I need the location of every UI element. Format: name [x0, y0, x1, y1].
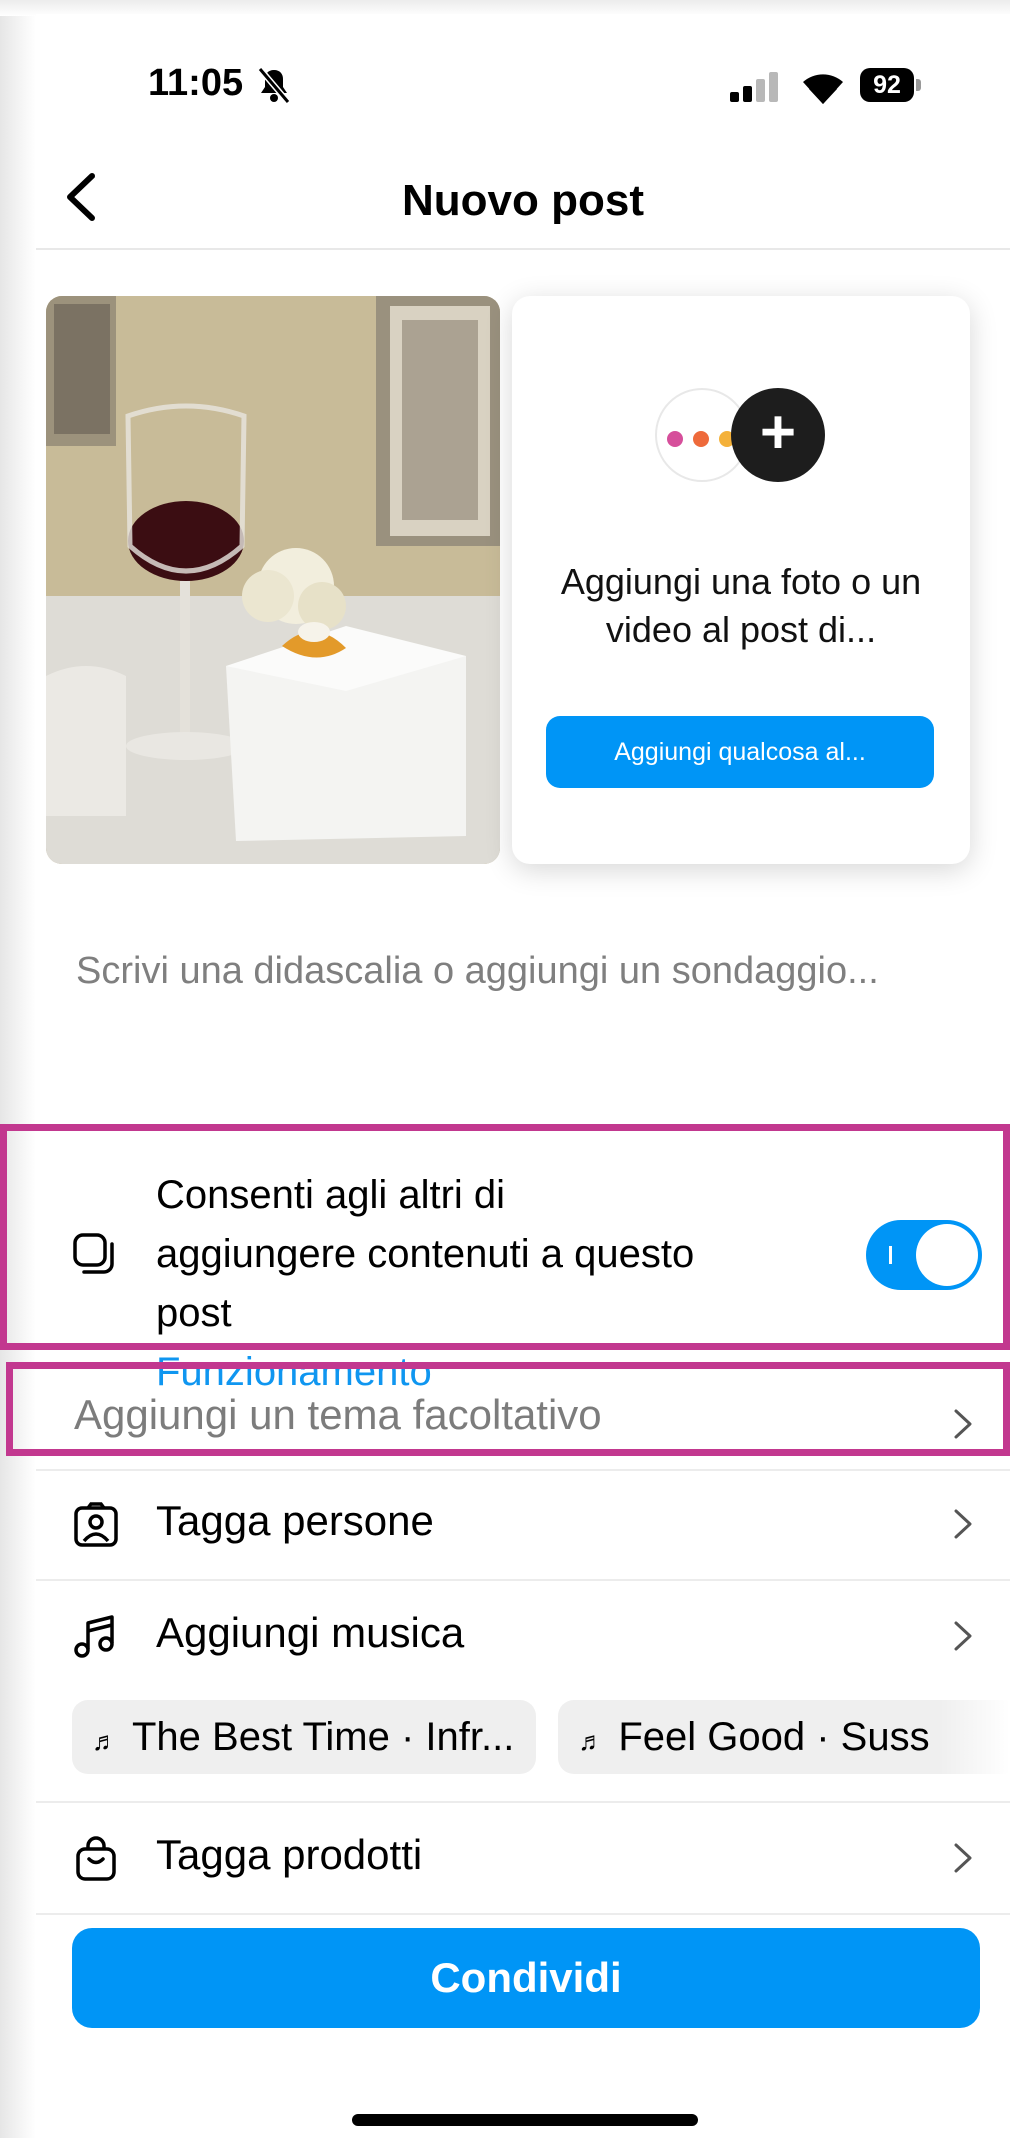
background-shadow	[0, 0, 36, 2138]
tag-products-label: Tagga prodotti	[156, 1831, 423, 1878]
tag-person-icon	[74, 1502, 118, 1547]
home-indicator	[352, 2114, 698, 2126]
status-time: 11:05	[148, 62, 244, 104]
bell-muted-icon	[257, 67, 291, 104]
music-chip[interactable]: ♬ The Best Time · Infr...	[72, 1700, 537, 1774]
status-bar: 11:05 92	[36, 14, 1010, 144]
music-chip-label: Feel Good · Suss	[618, 1715, 930, 1759]
chevron-right-icon	[954, 1843, 972, 1873]
music-note-icon[interactable]	[72, 1613, 120, 1661]
header: Nuovo post	[36, 144, 1010, 250]
tag-products-row[interactable]: Tagga prodotti	[36, 1803, 1010, 1915]
highlight-box-theme	[6, 1362, 1010, 1456]
phone-screen: 11:05 92 Nuovo post + Aggiungi una foto …	[36, 14, 1010, 2138]
wifi-icon	[803, 74, 843, 104]
music-suggestions: ♬ The Best Time · Infr... ♬ Feel Good · Sus…	[72, 1700, 1010, 1774]
tag-people-label: Tagga persone	[156, 1497, 434, 1544]
scroll-fade	[940, 1700, 1010, 1774]
music-note-icon: ♬	[92, 1726, 118, 1756]
tag-people-row[interactable]: Tagga persone	[36, 1469, 1010, 1581]
plus-icon: +	[731, 388, 825, 482]
battery-level: 92	[860, 68, 914, 102]
highlight-box-allow-others	[0, 1124, 1010, 1350]
add-to-post-card: + Aggiungi una foto o un video al post d…	[512, 296, 970, 864]
page-title: Nuovo post	[402, 176, 644, 225]
battery-icon: 92	[860, 68, 922, 102]
shopping-bag-icon	[76, 1836, 116, 1881]
music-chip-label: The Best Time · Infr...	[132, 1715, 515, 1759]
share-button[interactable]: Condividi	[72, 1928, 980, 2028]
signal-icon	[730, 72, 778, 102]
chevron-right-icon[interactable]	[952, 1619, 974, 1653]
photo-image	[46, 296, 500, 864]
add-to-post-text: Aggiungi una foto o un video al post di.…	[560, 561, 922, 650]
add-something-button[interactable]: Aggiungi qualcosa al...	[546, 716, 934, 788]
chevron-right-icon	[954, 1509, 972, 1539]
music-note-icon: ♬	[578, 1726, 605, 1756]
post-photo-preview[interactable]	[46, 296, 500, 864]
add-music-label[interactable]: Aggiungi musica	[156, 1609, 464, 1657]
caption-input[interactable]: Scrivi una didascalia o aggiungi un sond…	[76, 944, 976, 999]
